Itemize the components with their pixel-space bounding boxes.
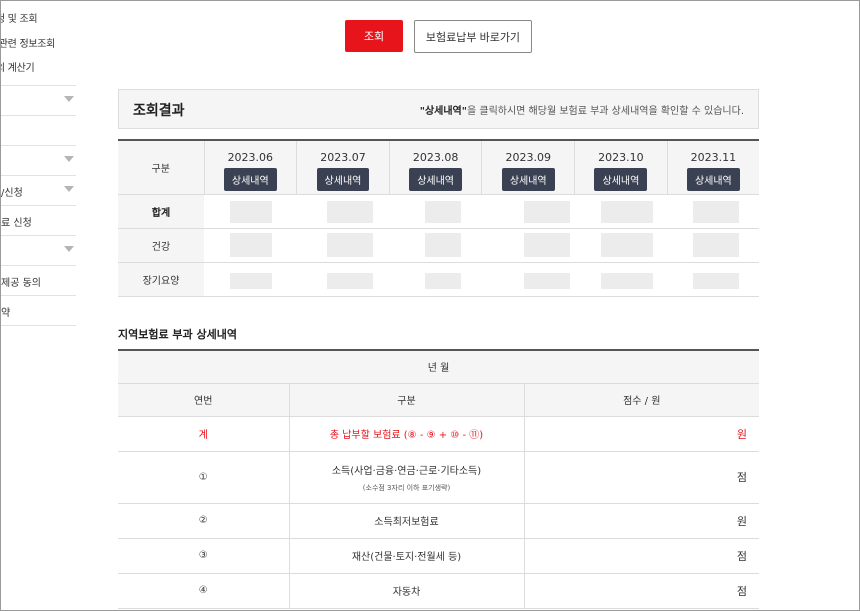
row-no: ④ (118, 573, 289, 609)
result-title: 조회결과 (133, 103, 185, 119)
detail-section-title: 지역보험료 부과 상세내역 (118, 328, 237, 341)
month-column: 2023.10 상세내역 (574, 140, 668, 195)
chevron-down-icon (64, 156, 74, 162)
sidebar-subitem-apply[interactable]: 신청 및 조회 (1, 10, 76, 25)
row-category: 소득최저보험료 (288, 503, 524, 539)
col-header-category: 구분 (288, 383, 524, 417)
result-info: "상세내역"을 클릭하시면 해당월 보험료 부과 상세내역을 확인할 수 있습니… (419, 106, 744, 117)
row-note: (소수점 3자리 이하 표기생략) (362, 483, 451, 492)
detail-button[interactable]: 상세내역 (594, 168, 648, 191)
month-column: 2023.09 상세내역 (481, 140, 575, 195)
table-row: 건강 (118, 228, 759, 263)
redacted-cell (574, 194, 668, 229)
search-button[interactable]: 조회 (345, 20, 403, 52)
sidebar-menu-6[interactable] (1, 235, 76, 265)
row-label: 합계 (118, 194, 204, 229)
page-frame: 신청 및 조회 료 관련 정보조회 로의 계산기 /신청 료 신청 제공 동의 … (0, 0, 860, 611)
row-category: 소득(사업·금융·연금·근로·기타소득) (소수점 3자리 이하 표기생략) (288, 451, 524, 504)
redacted-cell (667, 262, 759, 297)
redacted-cell (204, 262, 297, 297)
sidebar-subitem-info[interactable]: 료 관련 정보조회 (1, 35, 76, 50)
corner-header: 구분 (118, 140, 204, 195)
chevron-down-icon (64, 246, 74, 252)
redacted-cell (204, 194, 297, 229)
row-no: ① (118, 451, 289, 504)
monthly-result-table: 구분 2023.06 상세내역 2023.07 상세내역 2023.08 상세내역 2… (118, 139, 759, 297)
sidebar-menu-2[interactable] (1, 115, 76, 145)
row-category: 자동차 (288, 573, 524, 609)
redacted-cell (574, 262, 668, 297)
table-row: ④ 자동차 점 (118, 573, 759, 609)
sidebar-menu-7[interactable]: 제공 동의 (1, 265, 76, 295)
month-column: 2023.06 상세내역 (203, 140, 297, 195)
month-column: 2023.11 상세내역 (666, 140, 759, 195)
redacted-cell (389, 194, 482, 229)
result-header: 조회결과 "상세내역"을 클릭하시면 해당월 보험료 부과 상세내역을 확인할 … (118, 89, 759, 129)
detail-table: 년 월 연번 구분 점수 / 원 계 총 납부할 보험료 (⑧ - ⑨ + ⑩ … (118, 349, 759, 609)
detail-button[interactable]: 상세내역 (223, 168, 277, 191)
sidebar: 신청 및 조회 료 관련 정보조회 로의 계산기 /신청 료 신청 제공 동의 … (1, 1, 76, 610)
chevron-down-icon (64, 186, 74, 192)
table-row: 합계 (118, 194, 759, 229)
table-row: ② 소득최저보험료 원 (118, 503, 759, 539)
table-row: 장기요양 (118, 262, 759, 297)
redacted-cell (574, 228, 668, 263)
month-column: 2023.07 상세내역 (296, 140, 390, 195)
row-unit: 점 (523, 538, 759, 574)
table-row: ① 소득(사업·금융·연금·근로·기타소득) (소수점 3자리 이하 표기생략) … (118, 451, 759, 504)
row-unit: 점 (523, 573, 759, 609)
sidebar-menu-5[interactable]: 료 신청 (1, 205, 76, 235)
detail-button[interactable]: 상세내역 (501, 168, 555, 191)
redacted-cell (296, 194, 390, 229)
row-no: 계 (118, 416, 289, 452)
sidebar-menu-4[interactable]: /신청 (1, 175, 76, 205)
redacted-cell (296, 262, 390, 297)
period-header: 년 월 (118, 350, 759, 384)
sidebar-subitem-calculator[interactable]: 로의 계산기 (1, 59, 76, 74)
redacted-cell (204, 228, 297, 263)
row-category: 재산(건물·토지·전월세 등) (288, 538, 524, 574)
detail-button[interactable]: 상세내역 (409, 168, 462, 191)
row-label: 건강 (118, 228, 204, 263)
sidebar-menu-3[interactable] (1, 145, 76, 175)
col-header-no: 연번 (118, 383, 289, 417)
redacted-cell (481, 262, 575, 297)
redacted-cell (389, 262, 482, 297)
detail-button[interactable]: 상세내역 (316, 168, 370, 191)
detail-button[interactable]: 상세내역 (686, 168, 740, 191)
chevron-down-icon (64, 96, 74, 102)
row-unit: 원 (523, 503, 759, 539)
row-no: ③ (118, 538, 289, 574)
sidebar-divider (1, 325, 76, 326)
redacted-cell (389, 228, 482, 263)
redacted-cell (667, 194, 759, 229)
row-category: 총 납부할 보험료 (⑧ - ⑨ + ⑩ - ⑪) (288, 416, 524, 452)
sidebar-menu-1[interactable] (1, 85, 76, 115)
table-row: 계 총 납부할 보험료 (⑧ - ⑨ + ⑩ - ⑪) 원 (118, 416, 759, 452)
row-unit: 점 (523, 451, 759, 504)
month-column: 2023.08 상세내역 (388, 140, 482, 195)
redacted-cell (481, 228, 575, 263)
table-row: ③ 재산(건물·토지·전월세 등) 점 (118, 538, 759, 574)
redacted-cell (481, 194, 575, 229)
row-unit: 원 (523, 416, 759, 452)
sidebar-menu-8[interactable]: 약 (1, 295, 76, 325)
col-header-score: 점수 / 원 (523, 383, 759, 417)
row-no: ② (118, 503, 289, 539)
redacted-cell (296, 228, 390, 263)
row-label: 장기요양 (118, 262, 204, 297)
redacted-cell (667, 228, 759, 263)
pay-shortcut-button[interactable]: 보험료납부 바로가기 (414, 20, 532, 53)
